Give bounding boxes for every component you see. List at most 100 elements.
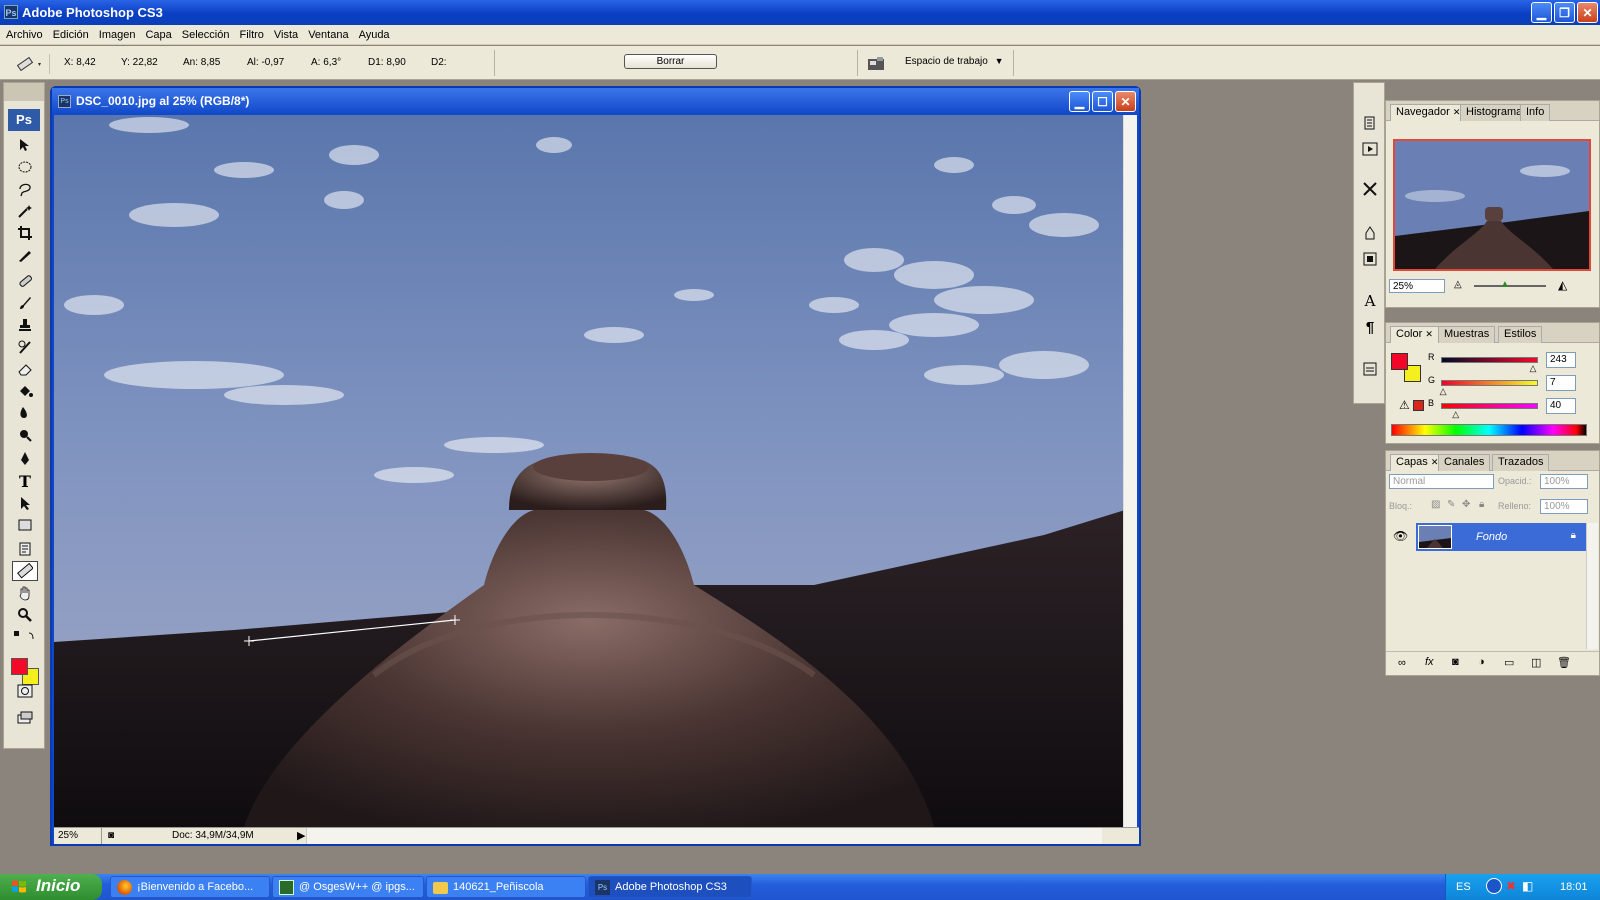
lasso-tool-icon[interactable] (12, 179, 38, 199)
document-title-bar[interactable]: Ps DSC_0010.jpg al 25% (RGB/8*) ▁ ☐ ✕ (52, 88, 1139, 115)
tab-navigator[interactable]: Navegador ✕ (1390, 104, 1467, 121)
document-minimize-button[interactable]: ▁ (1069, 91, 1090, 112)
marquee-tool-icon[interactable] (12, 157, 38, 177)
menu-ayuda[interactable]: Ayuda (359, 29, 396, 41)
status-options-icon[interactable]: ◙ (108, 830, 114, 841)
navigator-zoom-input[interactable]: 25% (1389, 279, 1445, 293)
gamut-warning-icon[interactable]: ⚠ (1399, 398, 1410, 412)
red-value-input[interactable]: 243 (1546, 352, 1576, 368)
path-selection-tool-icon[interactable] (12, 493, 38, 513)
clone-source-panel-icon[interactable] (1360, 249, 1380, 269)
blue-slider-thumb[interactable]: △ (1452, 409, 1459, 420)
link-layers-icon[interactable]: ∞ (1398, 657, 1406, 669)
menu-filtro[interactable]: Filtro (239, 29, 269, 41)
tab-paths[interactable]: Trazados (1492, 454, 1550, 471)
menu-imagen[interactable]: Imagen (99, 29, 142, 41)
zoom-out-icon[interactable]: ◬ (1454, 279, 1462, 290)
lock-transparency-icon[interactable]: ▨ (1431, 499, 1440, 510)
vertical-scrollbar[interactable] (1123, 115, 1137, 827)
red-slider[interactable] (1441, 357, 1538, 363)
green-slider[interactable] (1441, 380, 1538, 386)
opacity-input[interactable]: 100% (1540, 474, 1588, 489)
trash-icon[interactable]: 🗑︎ (1557, 656, 1571, 669)
zoom-level-field[interactable]: 25% (54, 828, 102, 844)
green-slider-thumb[interactable]: △ (1440, 386, 1447, 397)
tab-styles[interactable]: Estilos (1498, 326, 1543, 343)
status-menu-arrow-icon[interactable]: ▶ (297, 829, 305, 842)
crop-tool-icon[interactable] (12, 223, 38, 243)
rectangle-tool-icon[interactable] (12, 515, 38, 535)
taskbar-item-osges[interactable]: @ OsgesW++ @ ipgs... (272, 876, 424, 898)
blur-tool-icon[interactable] (12, 403, 38, 423)
eye-icon[interactable]: 👁︎ (1393, 529, 1408, 543)
tab-color[interactable]: Color ✕ (1390, 326, 1439, 343)
tool-presets-panel-icon[interactable] (1360, 179, 1380, 199)
swap-colors-icon[interactable] (12, 629, 38, 643)
magic-wand-tool-icon[interactable] (12, 201, 38, 221)
restore-button[interactable]: ❐ (1554, 2, 1575, 23)
history-panel-icon[interactable] (1360, 113, 1380, 133)
close-icon[interactable]: ✕ (1425, 329, 1433, 339)
zoom-in-icon[interactable]: ◭ (1558, 278, 1567, 292)
brushes-panel-icon[interactable] (1360, 223, 1380, 243)
lock-all-icon[interactable]: 🔒︎ (1479, 499, 1484, 510)
screen-mode-icon[interactable] (12, 707, 38, 727)
blend-mode-select[interactable]: Normal (1389, 474, 1494, 489)
workspace-menu[interactable]: Espacio de trabajo ▼ (905, 56, 1004, 67)
toolbox-header[interactable] (4, 83, 44, 101)
document-close-button[interactable]: ✕ (1115, 91, 1136, 112)
tab-histogram[interactable]: Histograma (1460, 104, 1522, 121)
dodge-tool-icon[interactable] (12, 425, 38, 445)
notes-tool-icon[interactable] (12, 539, 38, 559)
layer-row-fondo[interactable]: Fondo 🔒︎ (1416, 523, 1586, 551)
language-indicator[interactable]: ES (1456, 881, 1471, 893)
navigator-zoom-slider[interactable] (1474, 285, 1546, 287)
foreground-color-swatch[interactable] (11, 658, 28, 675)
tab-swatches[interactable]: Muestras (1438, 326, 1496, 343)
menu-archivo[interactable]: Archivo (6, 29, 49, 41)
horizontal-scrollbar[interactable] (306, 828, 1102, 844)
menu-seleccion[interactable]: Selección (182, 29, 236, 41)
fill-input[interactable]: 100% (1540, 499, 1588, 514)
close-button[interactable]: ✕ (1577, 2, 1598, 23)
tool-preset-picker[interactable] (10, 54, 50, 74)
lock-pixels-icon[interactable]: ✎ (1447, 499, 1455, 510)
pen-tool-icon[interactable] (12, 449, 38, 469)
taskbar-item-photoshop[interactable]: Ps Adobe Photoshop CS3 (588, 876, 752, 898)
red-slider-thumb[interactable]: △ (1529, 363, 1536, 374)
blue-value-input[interactable]: 40 (1546, 398, 1576, 414)
slice-tool-icon[interactable] (12, 245, 38, 265)
color-spectrum-bar[interactable] (1391, 424, 1587, 436)
zoom-tool-icon[interactable] (12, 605, 38, 625)
gamut-warning-swatch[interactable] (1413, 400, 1424, 411)
paint-bucket-tool-icon[interactable] (12, 381, 38, 401)
image-canvas[interactable] (54, 115, 1125, 827)
type-tool-icon[interactable]: T (12, 471, 38, 491)
actions-panel-icon[interactable] (1360, 139, 1380, 159)
menu-ventana[interactable]: Ventana (308, 29, 354, 41)
new-group-icon[interactable]: ▭ (1504, 656, 1514, 669)
taskbar-item-facebook[interactable]: ¡Bienvenido a Facebo... (110, 876, 270, 898)
navigator-thumbnail[interactable] (1393, 139, 1591, 271)
paragraph-panel-icon[interactable]: ¶ (1360, 317, 1380, 337)
security-alert-icon[interactable]: ✖ (1506, 879, 1516, 893)
clone-stamp-tool-icon[interactable] (12, 315, 38, 335)
menu-capa[interactable]: Capa (145, 29, 177, 41)
clear-button[interactable]: Borrar (624, 54, 717, 69)
eraser-tool-icon[interactable] (12, 359, 38, 379)
layer-mask-icon[interactable]: ◙ (1452, 656, 1459, 668)
menu-vista[interactable]: Vista (274, 29, 304, 41)
zoom-slider-thumb[interactable]: ▲ (1500, 279, 1510, 290)
taskbar-item-folder[interactable]: 140621_Peñiscola (426, 876, 586, 898)
network-icon[interactable] (1486, 878, 1502, 894)
minimize-button[interactable]: ▁ (1531, 2, 1552, 23)
hand-tool-icon[interactable] (12, 583, 38, 603)
quick-mask-icon[interactable] (12, 681, 38, 701)
start-button[interactable]: Inicio (0, 874, 102, 900)
tab-layers[interactable]: Capas ✕ (1390, 454, 1445, 471)
workspace-icon[interactable] (866, 55, 888, 73)
new-layer-icon[interactable]: ◫ (1531, 656, 1541, 669)
volume-icon[interactable]: ◧ (1522, 879, 1533, 893)
brush-tool-icon[interactable] (12, 293, 38, 313)
layers-scrollbar[interactable] (1586, 523, 1598, 649)
